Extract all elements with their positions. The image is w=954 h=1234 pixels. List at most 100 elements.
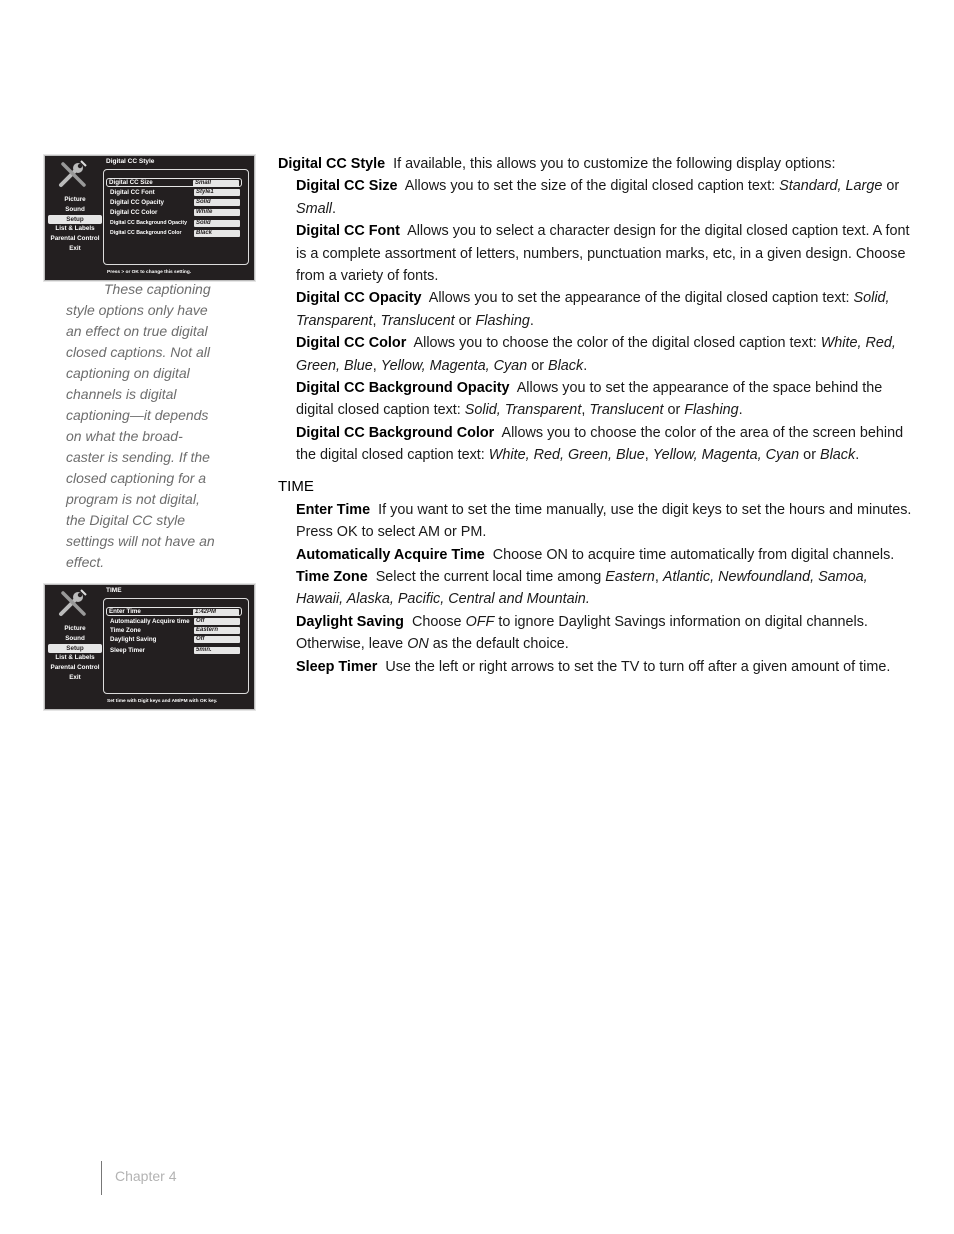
row-label: Automatically Acquire time <box>110 618 190 625</box>
option-values: Standard, Large <box>779 178 883 195</box>
menu-row-auto-acquire: Automatically Acquire time Off <box>108 617 242 626</box>
menu-row-cc-bg-color: Digital CC Background Color Black <box>108 229 242 238</box>
sidebar-item-picture: Picture <box>64 196 86 203</box>
row-value: Solid <box>194 220 240 227</box>
definition-item: Digital CC Background Color Allows you t… <box>296 422 918 467</box>
term-label: Digital CC Opacity <box>296 290 422 307</box>
menu-row-daylight-saving: Daylight Saving Off <box>108 635 242 644</box>
definition-item: Automatically Acquire Time Choose ON to … <box>296 544 918 566</box>
description: . <box>583 357 588 374</box>
definition-item: Digital CC Opacity Allows you to set the… <box>296 287 918 332</box>
menu-hint: Set time with Digit keys and AM/PM with … <box>107 699 218 704</box>
menu-sidebar: Picture Sound Setup List & Labels Parent… <box>47 195 103 254</box>
option-values: Yellow, Magenta, Cyan <box>380 357 528 374</box>
row-value: Black <box>194 230 240 237</box>
description: Choose ON to acquire time automatically … <box>492 546 895 563</box>
description: Select the current local time among <box>375 568 606 585</box>
tools-icon <box>59 160 87 187</box>
description: or <box>663 402 685 419</box>
description: . <box>855 447 860 464</box>
row-label: Time Zone <box>110 627 141 634</box>
menu-row-cc-opacity: Digital CC Opacity Solid <box>108 198 242 207</box>
row-label: Sleep Timer <box>110 647 145 654</box>
section-heading-time: TIME <box>278 477 314 495</box>
description: . <box>331 200 336 217</box>
definition-item: Digital CC Color Allows you to choose th… <box>296 332 918 377</box>
definition-item: Time Zone Select the current local time … <box>296 566 918 611</box>
time-options-list: Enter Time If you want to set the time m… <box>278 499 918 678</box>
description: Choose <box>411 613 466 630</box>
menu-row-cc-bg-opacity: Digital CC Background Opacity Solid <box>108 219 242 228</box>
description: . <box>529 312 534 329</box>
description: Use the left or right arrows to set the … <box>385 658 891 675</box>
menu-row-time-zone: Time Zone Eastern <box>108 626 242 635</box>
term-label: Sleep Timer <box>296 658 378 675</box>
definition-item: Enter Time If you want to set the time m… <box>296 499 918 544</box>
option-values: Yellow, Magenta, Cyan <box>652 447 800 464</box>
definition-item: Digital CC Font Allows you to select a c… <box>296 220 918 287</box>
description: or <box>454 312 476 329</box>
option-values: Translucent <box>589 402 664 419</box>
sidebar-item-parental-control: Parental Control <box>50 235 100 243</box>
row-value: Off <box>194 636 240 643</box>
term-label: Digital CC Background Opacity <box>296 380 510 397</box>
row-value: Style1 <box>194 189 240 196</box>
tv-menu-screenshot-time: TIME Picture Sound Setup List & Labels P… <box>44 584 255 710</box>
description: Allows you to set the size of the digita… <box>404 178 780 195</box>
row-value: 1:42PM <box>193 609 239 616</box>
row-label: Digital CC Size <box>109 179 153 186</box>
description: If you want to set the time manually, us… <box>296 501 912 541</box>
description: or <box>799 447 820 464</box>
sidebar-item-setup: Setup <box>48 643 102 654</box>
row-label: Daylight Saving <box>110 636 157 643</box>
definition-item: Digital CC Size Allows you to set the si… <box>296 175 918 220</box>
term-label: Digital CC Color <box>296 335 407 352</box>
option-values: Solid, Transparent <box>464 402 582 419</box>
term-label: Automatically Acquire Time <box>296 546 485 563</box>
side-note: These captioning style options only have… <box>66 279 216 573</box>
chapter-label: Chapter 4 <box>115 1168 177 1184</box>
menu-title: Digital CC Style <box>106 158 155 165</box>
description: If available, this allows you to customi… <box>393 156 836 172</box>
row-label: Digital CC Background Opacity <box>110 220 187 226</box>
row-label: Digital CC Font <box>110 189 155 196</box>
option-values: Translucent <box>380 312 455 329</box>
option-values: Black <box>548 357 584 374</box>
sidebar-item-list-labels: List & Labels <box>55 654 95 662</box>
sidebar-item-parental-control: Parental Control <box>50 664 100 672</box>
option-values: Small <box>296 200 332 217</box>
row-value: White <box>194 209 240 216</box>
sidebar-item-sound: Sound <box>65 205 85 213</box>
option-values: ON <box>407 636 429 653</box>
footer-divider <box>101 1161 102 1195</box>
tv-menu-screenshot-cc-style: Digital CC Style Picture Sound Setup Lis… <box>44 155 255 281</box>
option-values: White, Red, Green, Blue <box>488 447 645 464</box>
menu-row-cc-font: Digital CC Font Style1 <box>108 188 242 197</box>
term-label: Time Zone <box>296 568 368 585</box>
definition-item: Sleep Timer Use the left or right arrows… <box>296 656 918 678</box>
term-label: Digital CC Font <box>296 223 400 240</box>
description: , <box>372 357 381 374</box>
menu-row-cc-color: Digital CC Color White <box>108 208 242 217</box>
menu-panel: Enter Time 1:42PM Automatically Acquire t… <box>103 598 249 694</box>
description: , <box>644 447 653 464</box>
row-label: Digital CC Opacity <box>110 199 164 206</box>
definition-item: Daylight Saving Choose OFF to ignore Day… <box>296 611 918 656</box>
side-note-text: These captioning style options only have… <box>66 281 215 570</box>
description: as the default choice. <box>428 636 569 653</box>
term-label: Digital CC Size <box>296 178 398 195</box>
row-label: Digital CC Color <box>110 209 158 216</box>
row-value: 5min. <box>194 647 240 654</box>
description: Allows you to choose the color of the di… <box>413 335 821 352</box>
sidebar-item-picture: Picture <box>64 625 86 632</box>
tools-icon <box>59 589 87 616</box>
menu-row-sleep-timer: Sleep Timer 5min. <box>108 646 242 655</box>
row-value: Small <box>193 180 239 187</box>
description: or <box>882 178 900 195</box>
option-values: OFF <box>465 613 495 630</box>
main-content: Digital CC Style If available, this allo… <box>278 153 918 678</box>
menu-row-cc-size: Digital CC Size Small <box>106 178 242 187</box>
description: Allows you to set the appearance of the … <box>428 290 854 307</box>
row-value: Solid <box>194 199 240 206</box>
cc-options-list: Digital CC Size Allows you to set the si… <box>278 175 918 466</box>
